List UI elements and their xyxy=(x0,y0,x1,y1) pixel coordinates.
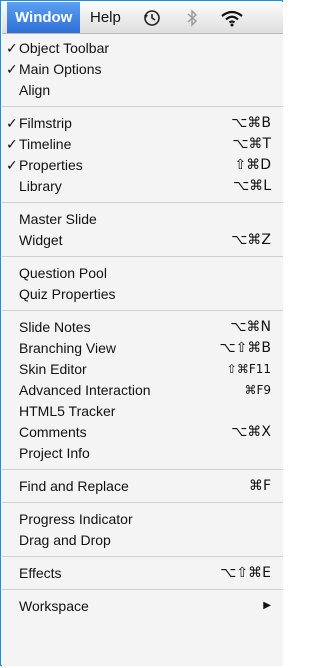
window-dropdown-menu: ✓ Object Toolbar ✓ Main Options Align ✓ Filmst… xyxy=(2,34,283,666)
window-menu-frame: Window Help ✓ Object Toolbar ✓ Main Options… xyxy=(0,0,283,666)
menu-item-label: Find and Replace xyxy=(19,478,129,494)
bluetooth-icon[interactable] xyxy=(182,2,202,33)
checkmark-icon: ✓ xyxy=(6,136,18,152)
keyboard-shortcut: ⌘F xyxy=(248,478,271,494)
keyboard-shortcut: ⌥⇧⌘E xyxy=(220,565,271,581)
menu-separator xyxy=(2,202,283,203)
menu-window[interactable]: Window xyxy=(7,2,81,33)
menu-item-label: Timeline xyxy=(19,136,72,152)
menu-item-timeline[interactable]: ✓ Timeline ⌥⌘T xyxy=(2,134,283,155)
menu-item-project-info[interactable]: Project Info xyxy=(2,443,283,464)
menu-item-label: Skin Editor xyxy=(19,361,87,377)
menu-item-label: Quiz Properties xyxy=(19,286,116,302)
menu-item-label: Filmstrip xyxy=(19,115,72,131)
keyboard-shortcut: ⌥⇧⌘B xyxy=(219,340,271,356)
menu-item-filmstrip[interactable]: ✓ Filmstrip ⌥⌘B xyxy=(2,113,283,134)
menu-item-label: Object Toolbar xyxy=(19,40,110,56)
menu-item-label: Workspace xyxy=(19,598,89,614)
wifi-icon[interactable] xyxy=(217,2,247,33)
keyboard-shortcut: ⌥⌘T xyxy=(232,136,271,152)
keyboard-shortcut: ⇧⌘D xyxy=(234,157,271,173)
keyboard-shortcut: ⌥⌘B xyxy=(231,115,271,131)
menu-separator xyxy=(2,106,283,107)
checkmark-icon: ✓ xyxy=(6,40,18,56)
keyboard-shortcut: ⌥⌘X xyxy=(231,424,271,440)
menu-item-label: Main Options xyxy=(19,61,102,77)
menu-item-html5-tracker[interactable]: HTML5 Tracker xyxy=(2,401,283,422)
menu-item-quiz-properties[interactable]: Quiz Properties xyxy=(2,284,283,305)
menu-item-label: Effects xyxy=(19,565,62,581)
keyboard-shortcut: ⌥⌘Z xyxy=(231,232,271,248)
menu-item-progress-indicator[interactable]: Progress Indicator xyxy=(2,509,283,530)
menu-item-widget[interactable]: Widget ⌥⌘Z xyxy=(2,230,283,251)
menu-item-label: Question Pool xyxy=(19,265,107,281)
menu-item-branching-view[interactable]: Branching View ⌥⇧⌘B xyxy=(2,338,283,359)
menu-item-align[interactable]: Align xyxy=(2,80,283,101)
menu-item-master-slide[interactable]: Master Slide xyxy=(2,209,283,230)
keyboard-shortcut: ⌥⌘L xyxy=(233,178,271,194)
menu-separator xyxy=(2,556,283,557)
menu-item-label: Widget xyxy=(19,232,63,248)
menu-item-label: Library xyxy=(19,178,62,194)
menu-item-question-pool[interactable]: Question Pool xyxy=(2,263,283,284)
menu-item-label: Branching View xyxy=(19,340,117,356)
menu-item-comments[interactable]: Comments ⌥⌘X xyxy=(2,422,283,443)
menu-separator xyxy=(2,589,283,590)
menu-item-label: HTML5 Tracker xyxy=(19,403,116,419)
menu-item-label: Master Slide xyxy=(19,211,97,227)
menu-item-object-toolbar[interactable]: ✓ Object Toolbar xyxy=(2,38,283,59)
menu-item-library[interactable]: Library ⌥⌘L xyxy=(2,176,283,197)
menu-item-slide-notes[interactable]: Slide Notes ⌥⌘N xyxy=(2,317,283,338)
menu-separator xyxy=(2,502,283,503)
menu-item-skin-editor[interactable]: Skin Editor ⇧⌘F11 xyxy=(2,359,283,380)
time-machine-icon[interactable] xyxy=(139,2,165,33)
menu-item-main-options[interactable]: ✓ Main Options xyxy=(2,59,283,80)
menu-item-find-and-replace[interactable]: Find and Replace ⌘F xyxy=(2,476,283,497)
menu-item-label: Align xyxy=(19,82,51,98)
keyboard-shortcut: ⌘F9 xyxy=(244,383,271,397)
menu-item-label: Drag and Drop xyxy=(19,532,111,548)
menu-item-label: Slide Notes xyxy=(19,319,91,335)
menu-separator xyxy=(2,310,283,311)
menu-item-effects[interactable]: Effects ⌥⇧⌘E xyxy=(2,563,283,584)
menu-separator xyxy=(2,256,283,257)
menu-item-drag-and-drop[interactable]: Drag and Drop xyxy=(2,530,283,551)
checkmark-icon: ✓ xyxy=(6,61,18,77)
menu-item-workspace[interactable]: Workspace ▶ xyxy=(2,596,283,617)
checkmark-icon: ✓ xyxy=(6,157,18,173)
checkmark-icon: ✓ xyxy=(6,115,18,131)
menu-item-label: Properties xyxy=(19,157,83,173)
menu-item-label: Progress Indicator xyxy=(19,511,133,527)
menu-help[interactable]: Help xyxy=(90,2,121,33)
menu-item-label: Advanced Interaction xyxy=(19,382,151,398)
menu-item-properties[interactable]: ✓ Properties ⇧⌘D xyxy=(2,155,283,176)
menu-separator xyxy=(2,469,283,470)
keyboard-shortcut: ⌥⌘N xyxy=(230,319,271,335)
keyboard-shortcut: ⇧⌘F11 xyxy=(226,362,271,376)
menu-item-label: Project Info xyxy=(19,445,90,461)
submenu-arrow-icon: ▶ xyxy=(263,600,271,611)
menu-item-advanced-interaction[interactable]: Advanced Interaction ⌘F9 xyxy=(2,380,283,401)
menu-item-label: Comments xyxy=(19,424,87,440)
menu-bar: Window Help xyxy=(2,2,283,34)
